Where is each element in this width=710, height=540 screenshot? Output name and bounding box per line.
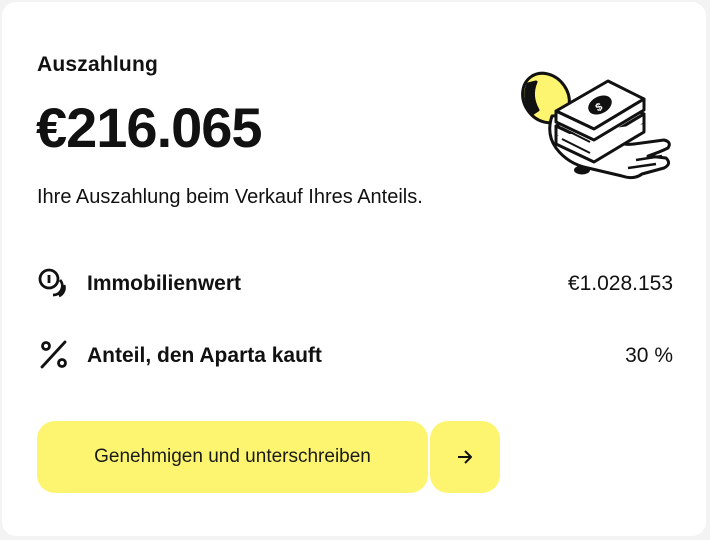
property-value-label: Immobilienwert (87, 272, 242, 295)
hand-money-illustration: $ (521, 71, 671, 180)
payout-amount: €216.065 (36, 96, 263, 159)
percent-icon (40, 340, 67, 369)
arrow-next-button[interactable] (430, 421, 500, 493)
detail-row-property-value: Immobilienwert €1.028.153 (37, 266, 673, 300)
payout-card: Auszahlung €216.065 Ihre Auszahlung beim… (2, 2, 706, 536)
approve-and-sign-button[interactable]: Genehmigen und unterschreiben (37, 421, 428, 493)
share-value: 30 % (625, 344, 673, 367)
payout-description: Ihre Auszahlung beim Verkauf Ihres Antei… (37, 186, 423, 208)
property-value-value: €1.028.153 (567, 272, 673, 295)
payout-title: Auszahlung (37, 53, 158, 76)
share-label: Anteil, den Aparta kauft (87, 344, 322, 367)
detail-row-share: Anteil, den Aparta kauft 30 % (37, 338, 673, 372)
coins-icon (38, 268, 66, 298)
arrow-right-icon (458, 450, 472, 464)
